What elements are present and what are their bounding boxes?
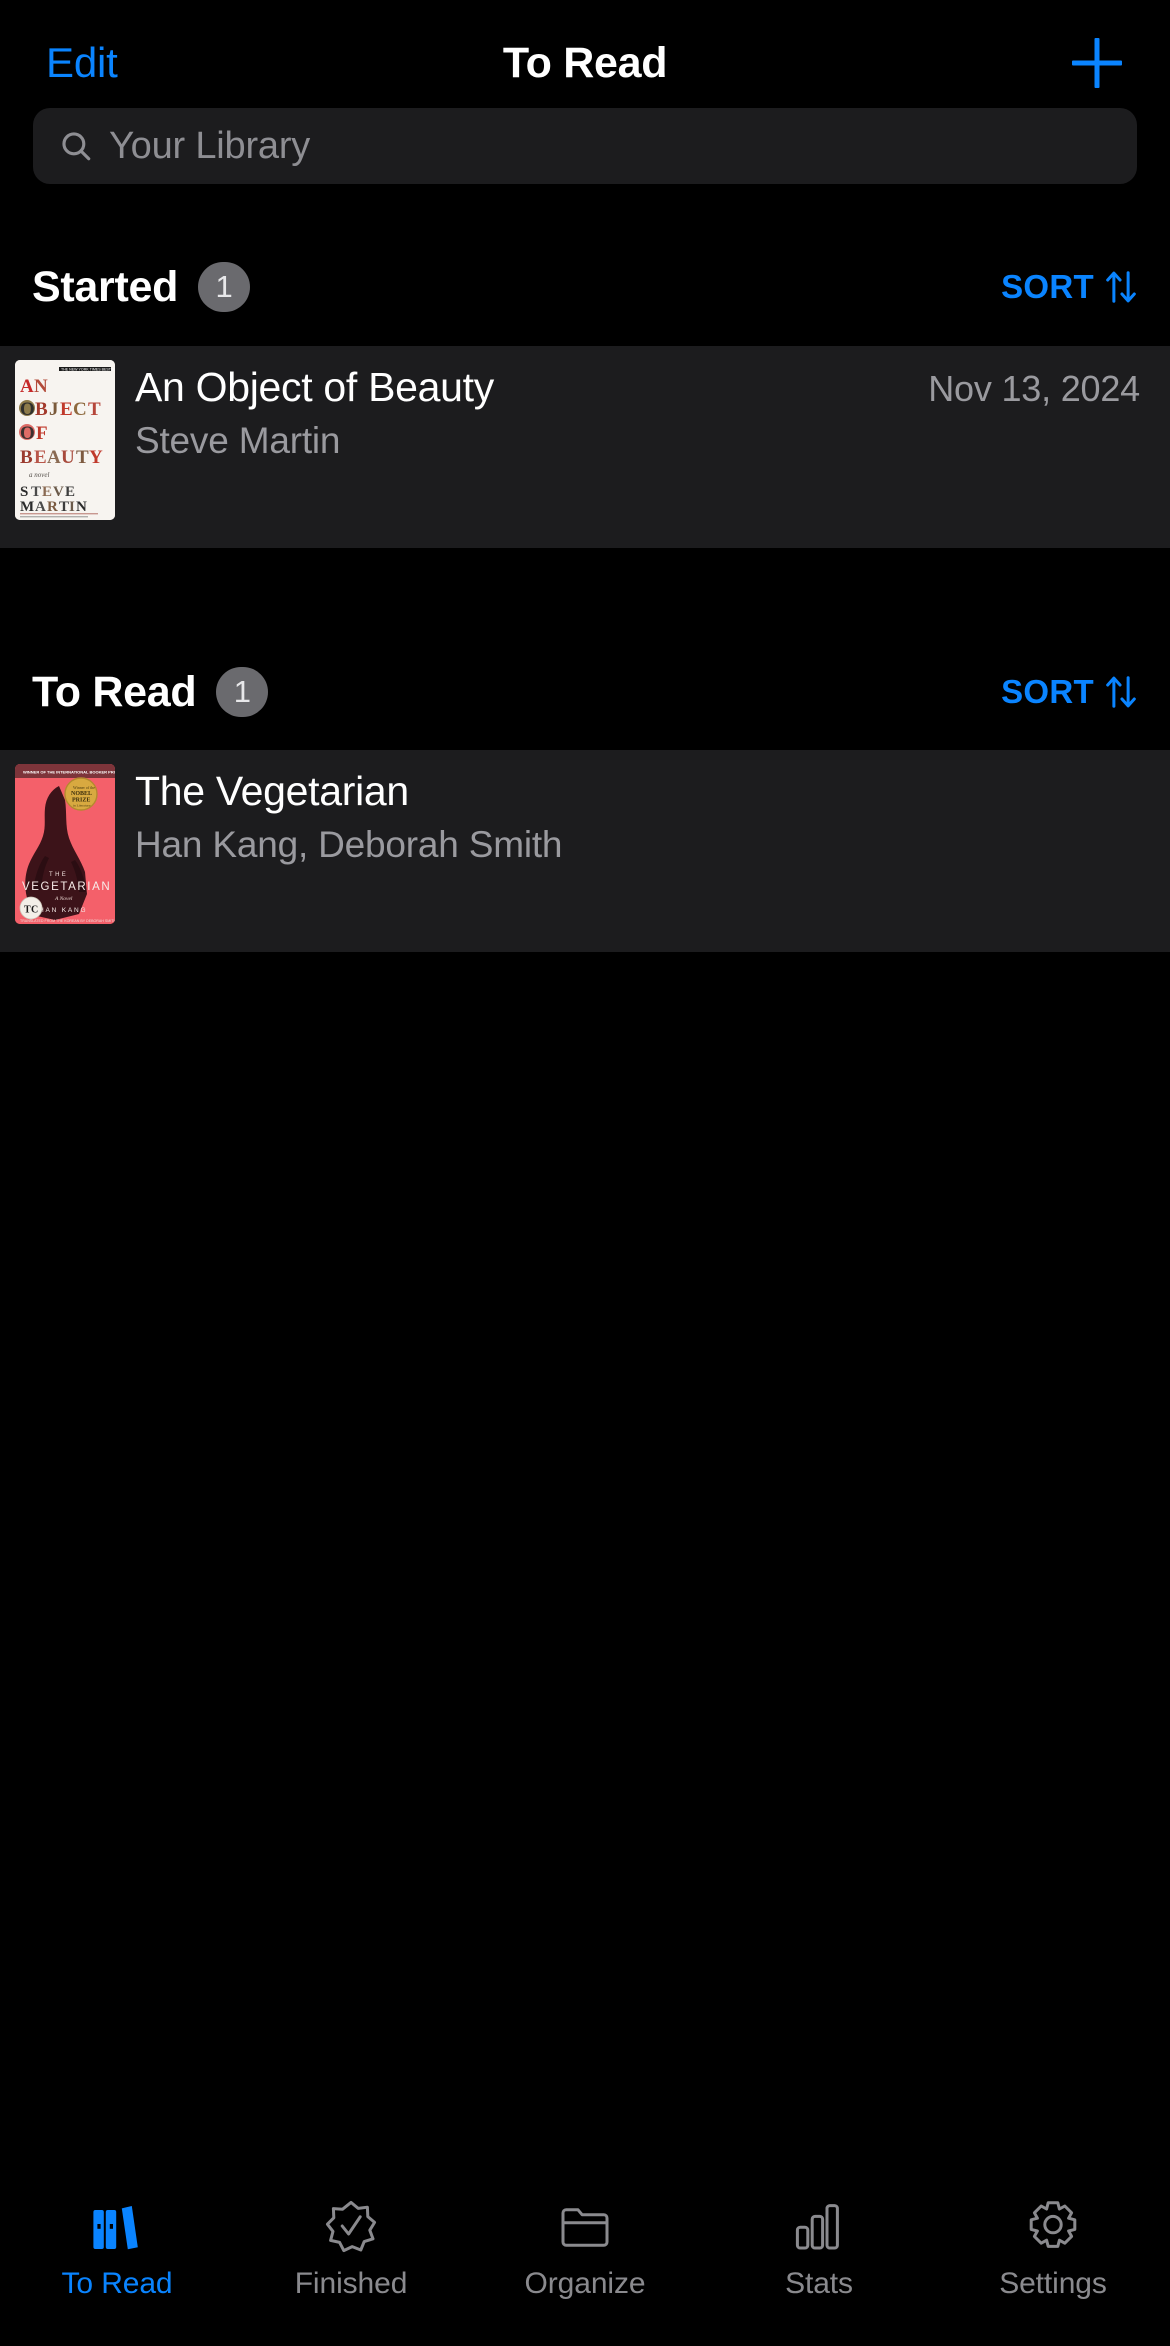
svg-text:F: F (36, 423, 48, 444)
svg-text:Y: Y (89, 447, 103, 468)
svg-text:B: B (20, 447, 33, 468)
svg-text:NOBEL: NOBEL (71, 791, 92, 797)
svg-text:A: A (20, 376, 34, 397)
sort-label: SORT (1001, 268, 1094, 305)
book-author: Han Kang, Deborah Smith (135, 824, 563, 866)
search-placeholder-text: Your Library (109, 124, 311, 167)
svg-text:A Novel: A Novel (54, 896, 73, 902)
section-header-to-read: To Read 1 SORT (0, 634, 1170, 750)
section-title: To Read (32, 667, 197, 716)
svg-text:M: M (20, 499, 34, 515)
tab-label: Settings (999, 2267, 1107, 2300)
tab-bar: To Read Finished Organize Stats Settings (0, 2180, 1170, 2346)
book-title: An Object of Beauty (135, 364, 494, 410)
svg-text:I: I (69, 499, 75, 515)
svg-text:T: T (76, 447, 89, 468)
svg-text:O: O (20, 399, 35, 420)
app-screen: Edit To Read Your Library Started 1 SORT (0, 0, 1170, 2346)
plus-icon[interactable] (1068, 34, 1126, 92)
section-header-started: Started 1 SORT (0, 228, 1170, 346)
folder-icon (561, 2208, 609, 2247)
svg-text:WINNER OF THE INTERNATIONAL BO: WINNER OF THE INTERNATIONAL BOOKER PRIZE (23, 770, 115, 775)
section-count-badge: 1 (216, 667, 269, 717)
svg-text:HAN KANG: HAN KANG (39, 907, 87, 914)
book-author: Steve Martin (135, 420, 341, 462)
svg-text:T: T (88, 399, 101, 420)
svg-text:VEGETARIAN: VEGETARIAN (22, 881, 111, 893)
book-cover: THE NEW YORK TIMES BESTSELLER A N O B J … (15, 360, 115, 520)
the-vegetarian-cover-art: WINNER OF THE INTERNATIONAL BOOKER PRIZE… (15, 764, 115, 924)
tab-organize[interactable]: Organize (468, 2196, 702, 2301)
sort-updown-icon (1106, 676, 1136, 708)
svg-text:C: C (73, 399, 87, 420)
table-row[interactable]: THE NEW YORK TIMES BESTSELLER A N O B J … (0, 346, 1170, 548)
svg-text:C: C (31, 905, 38, 916)
tab-label: To Read (61, 2267, 173, 2300)
seal-checkmark-icon (325, 2200, 377, 2253)
svg-text:in Literature: in Literature (73, 804, 91, 808)
sort-button-to-read[interactable]: SORT (1001, 673, 1138, 711)
book-info: The Vegetarian Han Kang, Deborah Smith (115, 764, 1140, 938)
svg-text:E: E (65, 484, 75, 500)
svg-text:V: V (53, 484, 64, 500)
sort-button-started[interactable]: SORT (1001, 268, 1138, 306)
svg-text:E: E (42, 484, 52, 500)
svg-text:a novel: a novel (29, 471, 49, 479)
svg-text:A: A (47, 447, 61, 468)
svg-text:U: U (61, 447, 75, 468)
books-icon (93, 2206, 138, 2250)
tab-label: Organize (524, 2267, 646, 2300)
book-cover: WINNER OF THE INTERNATIONAL BOOKER PRIZE… (15, 764, 115, 924)
table-row[interactable]: WINNER OF THE INTERNATIONAL BOOKER PRIZE… (0, 750, 1170, 952)
book-date: Nov 13, 2024 (928, 368, 1140, 409)
page-title: To Read (502, 38, 668, 87)
svg-text:A: A (35, 499, 46, 515)
svg-text:E: E (34, 447, 47, 468)
svg-text:THE: THE (49, 872, 68, 878)
tab-settings[interactable]: Settings (936, 2196, 1170, 2301)
sort-label: SORT (1001, 673, 1094, 710)
svg-text:O: O (20, 423, 35, 444)
edit-button[interactable]: Edit (46, 24, 118, 84)
tab-label: Finished (294, 2267, 408, 2300)
svg-text:R: R (47, 499, 58, 515)
tab-label: Stats (785, 2267, 853, 2300)
section-gap (0, 548, 1170, 634)
svg-text:T: T (31, 484, 41, 500)
search-icon (62, 132, 91, 161)
book-title: The Vegetarian (135, 768, 409, 814)
svg-text:TRANSLATED FROM THE KOREAN BY: TRANSLATED FROM THE KOREAN BY DEBORAH SM… (20, 919, 115, 923)
tab-stats[interactable]: Stats (702, 2196, 936, 2301)
svg-text:THE NEW YORK TIMES BESTSELLER: THE NEW YORK TIMES BESTSELLER (61, 368, 115, 372)
svg-text:T: T (59, 499, 69, 515)
content-spacer (0, 952, 1170, 2180)
svg-text:S: S (20, 484, 28, 500)
barchart-icon (795, 2204, 839, 2250)
an-object-of-beauty-cover-art: THE NEW YORK TIMES BESTSELLER A N O B J … (15, 360, 115, 520)
tab-to-read[interactable]: To Read (0, 2196, 234, 2301)
section-title-group: Started 1 (32, 262, 251, 312)
section-title: Started (32, 262, 179, 311)
svg-text:E: E (60, 399, 73, 420)
svg-text:T: T (24, 905, 31, 916)
gear-icon (1029, 2201, 1077, 2248)
section-count-badge: 1 (198, 262, 251, 312)
search-input[interactable]: Your Library (33, 108, 1137, 184)
search-bar-container: Your Library (0, 108, 1170, 204)
tab-finished[interactable]: Finished (234, 2196, 468, 2301)
svg-text:B: B (35, 399, 48, 420)
book-info: An Object of Beauty Steve Martin (115, 360, 928, 534)
section-title-group: To Read 1 (32, 667, 269, 717)
svg-text:N: N (34, 376, 48, 397)
svg-text:J: J (49, 399, 59, 420)
svg-text:Winner of the: Winner of the (73, 785, 95, 790)
sort-updown-icon (1106, 271, 1136, 303)
svg-text:N: N (76, 499, 87, 515)
navigation-bar: Edit To Read (0, 0, 1170, 108)
